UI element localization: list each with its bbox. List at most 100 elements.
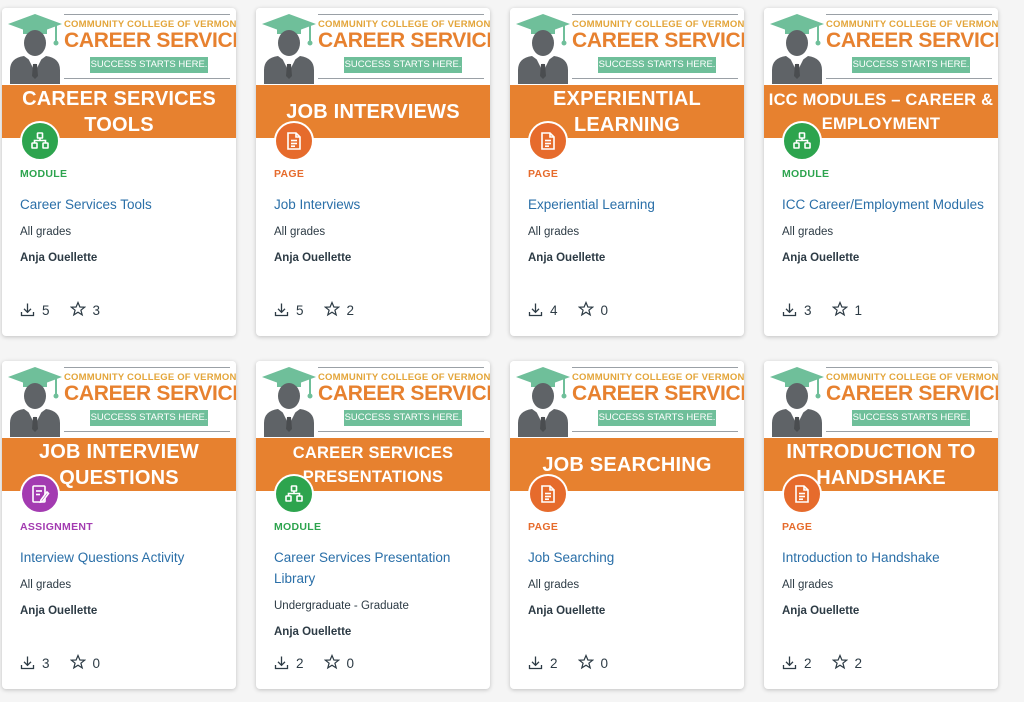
resource-card[interactable]: COMMUNITY COLLEGE OF VERMONT CAREER SERV… (256, 8, 490, 336)
download-count-value: 3 (804, 303, 812, 318)
resource-title-link[interactable]: Experiential Learning (528, 194, 744, 215)
card-stats: 5 3 (20, 300, 120, 320)
card-stats: 5 2 (274, 300, 374, 320)
download-icon (528, 302, 550, 320)
divider (826, 14, 992, 15)
favorite-count[interactable]: 1 (831, 300, 863, 320)
star-icon[interactable] (577, 300, 601, 320)
assignment-icon (20, 474, 60, 514)
tagline: SUCCESS STARTS HERE. (852, 57, 970, 73)
divider (572, 78, 738, 79)
favorite-count-value: 2 (346, 303, 355, 318)
star-icon[interactable] (69, 653, 93, 673)
graduate-logo-icon (260, 12, 318, 84)
resource-title-link[interactable]: Job Interviews (274, 194, 490, 215)
card-thumbnail[interactable]: COMMUNITY COLLEGE OF VERMONT CAREER SERV… (764, 8, 998, 138)
star-icon[interactable] (69, 300, 93, 320)
download-count-value: 3 (42, 656, 50, 671)
graduate-logo-icon (768, 12, 826, 84)
module-icon (20, 121, 60, 161)
star-icon[interactable] (323, 300, 347, 320)
tagline: SUCCESS STARTS HERE. (598, 410, 716, 426)
grade-level: All grades (782, 226, 834, 238)
divider (572, 431, 738, 432)
tagline: SUCCESS STARTS HERE. (344, 410, 462, 426)
resource-title-link[interactable]: Job Searching (528, 547, 744, 568)
favorite-count-value: 2 (854, 656, 863, 671)
divider (64, 431, 230, 432)
favorite-count-value: 1 (854, 303, 863, 318)
card-thumbnail[interactable]: COMMUNITY COLLEGE OF VERMONT CAREER SERV… (510, 361, 744, 491)
divider (318, 431, 484, 432)
star-icon[interactable] (831, 653, 855, 673)
download-icon (528, 655, 550, 673)
card-stats: 4 0 (528, 300, 628, 320)
department-name: CAREER SERVICES (64, 382, 236, 405)
favorite-count[interactable]: 0 (577, 300, 609, 320)
favorite-count[interactable]: 2 (831, 653, 863, 673)
resource-card[interactable]: COMMUNITY COLLEGE OF VERMONT CAREER SERV… (510, 8, 744, 336)
module-icon (782, 121, 822, 161)
grade-level: All grades (20, 579, 72, 591)
favorite-count[interactable]: 0 (323, 653, 354, 673)
resource-title-link[interactable]: Career Services Tools (20, 194, 236, 215)
graduate-logo-icon (768, 365, 826, 437)
card-thumbnail[interactable]: COMMUNITY COLLEGE OF VERMONT CAREER SERV… (256, 361, 490, 491)
resource-card[interactable]: COMMUNITY COLLEGE OF VERMONT CAREER SERV… (256, 361, 490, 689)
resource-card[interactable]: COMMUNITY COLLEGE OF VERMONT CAREER SERV… (764, 8, 998, 336)
card-thumbnail[interactable]: COMMUNITY COLLEGE OF VERMONT CAREER SERV… (2, 8, 236, 138)
graduate-logo-icon (260, 365, 318, 437)
resource-card[interactable]: COMMUNITY COLLEGE OF VERMONT CAREER SERV… (2, 8, 236, 336)
tagline: SUCCESS STARTS HERE. (90, 410, 208, 426)
favorite-count-value: 0 (600, 303, 609, 318)
download-count-value: 2 (296, 656, 304, 671)
favorite-count[interactable]: 3 (69, 300, 101, 320)
author-name: Anja Ouellette (20, 605, 98, 617)
resource-title-link[interactable]: Career Services Presentation Library (274, 547, 490, 589)
favorite-count[interactable]: 2 (323, 300, 355, 320)
favorite-count-value: 0 (600, 656, 609, 671)
download-count-value: 5 (296, 303, 304, 318)
download-count: 4 (528, 302, 558, 320)
author-name: Anja Ouellette (528, 252, 606, 264)
divider (64, 14, 230, 15)
resource-card[interactable]: COMMUNITY COLLEGE OF VERMONT CAREER SERV… (2, 361, 236, 689)
department-name: CAREER SERVICES (826, 29, 998, 52)
divider (318, 367, 484, 368)
module-icon (274, 474, 314, 514)
grade-level: Undergraduate - Graduate (274, 600, 409, 612)
card-stats: 3 0 (20, 653, 120, 673)
download-count: 2 (274, 655, 304, 673)
star-icon[interactable] (831, 300, 855, 320)
resource-title-link[interactable]: Interview Questions Activity (20, 547, 236, 568)
favorite-count[interactable]: 0 (577, 653, 609, 673)
download-count-value: 5 (42, 303, 50, 318)
resource-card[interactable]: COMMUNITY COLLEGE OF VERMONT CAREER SERV… (764, 361, 998, 689)
download-icon (20, 302, 42, 320)
department-name: CAREER SERVICES (572, 29, 744, 52)
grade-level: All grades (782, 579, 834, 591)
graduate-logo-icon (6, 365, 64, 437)
download-icon (782, 302, 804, 320)
resource-title-link[interactable]: Introduction to Handshake (782, 547, 998, 568)
star-icon[interactable] (323, 653, 347, 673)
card-stats: 2 0 (528, 653, 628, 673)
download-count-value: 4 (550, 303, 558, 318)
star-icon[interactable] (577, 653, 601, 673)
grade-level: All grades (528, 579, 580, 591)
download-count-value: 2 (550, 656, 558, 671)
download-count-value: 2 (804, 656, 812, 671)
card-thumbnail[interactable]: COMMUNITY COLLEGE OF VERMONT CAREER SERV… (764, 361, 998, 491)
card-thumbnail[interactable]: COMMUNITY COLLEGE OF VERMONT CAREER SERV… (510, 8, 744, 138)
resource-card[interactable]: COMMUNITY COLLEGE OF VERMONT CAREER SERV… (510, 361, 744, 689)
divider (64, 78, 230, 79)
card-thumbnail[interactable]: COMMUNITY COLLEGE OF VERMONT CAREER SERV… (256, 8, 490, 138)
favorite-count[interactable]: 0 (69, 653, 100, 673)
page-icon (274, 121, 314, 161)
favorite-count-value: 3 (92, 303, 101, 318)
divider (318, 78, 484, 79)
department-name: CAREER SERVICES (318, 29, 490, 52)
resource-title-link[interactable]: ICC Career/Employment Modules (782, 194, 998, 215)
card-thumbnail[interactable]: COMMUNITY COLLEGE OF VERMONT CAREER SERV… (2, 361, 236, 491)
resource-type: MODULE (20, 168, 68, 180)
